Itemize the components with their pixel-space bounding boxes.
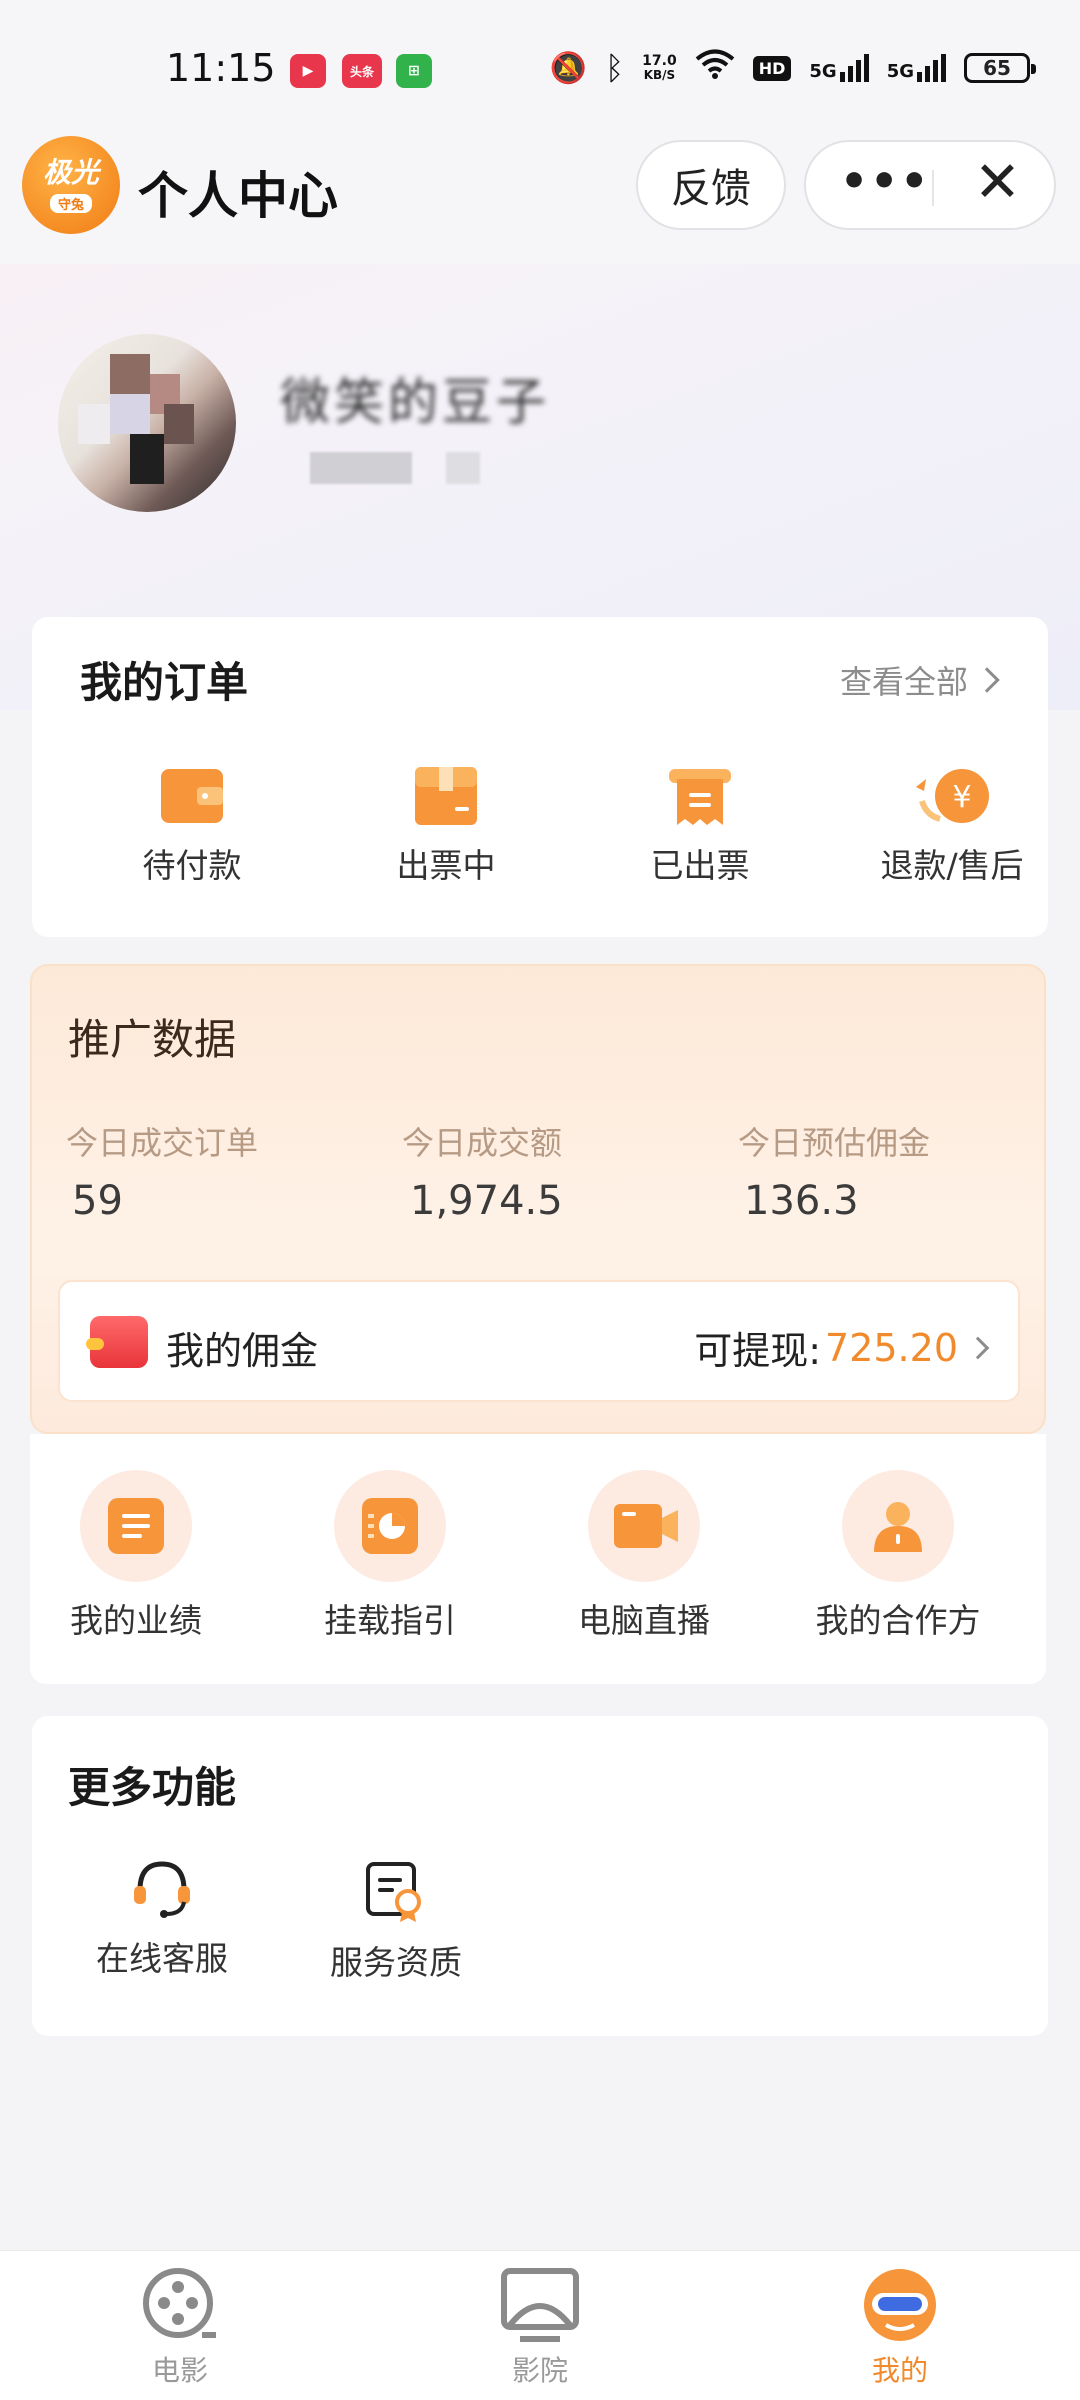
avatar[interactable] [58,334,236,512]
close-button[interactable]: ✕ [974,150,1021,215]
headset-icon [130,1856,194,1920]
store-app-icon: ⊞ [396,54,432,88]
order-issuing[interactable]: 出票中 [336,765,556,887]
view-all-orders-link[interactable]: 查看全部 [839,657,1000,703]
withdraw-label: 可提现: [694,1329,822,1373]
mini-program-capsule: ••• ✕ [804,140,1056,230]
certificate-icon [364,1860,428,1924]
tab-mine[interactable]: 我的 [800,2267,1000,2389]
cinema-screen-icon [500,2267,580,2343]
more-features-card: 更多功能 在线客服 服务资质 [32,1716,1048,2036]
more-features-title: 更多功能 [68,1763,237,1812]
online-support[interactable]: 在线客服 [72,1856,252,1980]
stat-label-amount: 今日成交额 [402,1124,563,1162]
film-reel-icon [140,2267,220,2343]
guide-icon [362,1498,418,1554]
order-item-label: 出票中 [396,846,496,885]
withdrawable-amount: 可提现: 725.20 [694,1320,990,1375]
mute-bell-icon: 🔕 [549,50,587,86]
chevron-right-icon [966,1336,990,1359]
commission-label: 我的佣金 [166,1329,319,1373]
order-item-label: 退款/售后 [880,846,1024,885]
tool-pc-live[interactable]: 电脑直播 [534,1470,754,1642]
page-title: 个人中心 [138,167,338,225]
order-item-label: 待付款 [142,846,242,885]
more-item-label: 在线客服 [96,1939,228,1978]
tab-label: 电影 [151,2354,208,2387]
tools-card: 我的业绩 挂载指引 电脑直播 我的合作方 [30,1434,1046,1684]
tool-my-partners[interactable]: 我的合作方 [788,1470,1008,1642]
ticket-box-icon [413,765,479,827]
signal-5g-1: 5G [809,54,869,82]
order-issued[interactable]: 已出票 [590,765,810,887]
refund-icon: ¥ [912,765,992,827]
withdraw-amount: 725.20 [825,1325,958,1370]
tab-cinemas[interactable]: 影院 [440,2267,640,2389]
mine-mascot-icon [860,2267,940,2343]
tool-my-performance[interactable]: 我的业绩 [26,1470,246,1642]
status-bar: 11:15 ▶ 头条 ⊞ 🔕 ᛒ 17.0 KB/S HD 5G 5G 65 [0,0,1080,140]
red-wallet-icon [86,1316,148,1368]
tool-label: 电脑直播 [578,1601,710,1640]
my-orders-card: 我的订单 查看全部 待付款 出票中 已出票 ¥ 退款/售后 [32,617,1048,937]
stat-value-amount: 1,974.5 [410,1178,563,1224]
toutiao-app-icon: 头条 [342,54,382,88]
tab-label: 影院 [511,2354,568,2387]
partner-icon [870,1498,926,1554]
stat-label-orders: 今日成交订单 [66,1124,259,1162]
promotion-data-card: 推广数据 今日成交订单 59 今日成交额 1,974.5 今日预估佣金 136.… [30,964,1046,1434]
tool-label: 挂载指引 [324,1601,456,1640]
service-qualification[interactable]: 服务资质 [306,1860,486,1984]
signal-5g-2: 5G [887,54,946,82]
promotion-title: 推广数据 [68,1015,237,1064]
hd-voice-badge: HD [752,55,792,81]
order-item-label: 已出票 [650,846,750,885]
bottom-tab-bar: 电影 影院 我的 [0,2250,1080,2400]
more-item-label: 服务资质 [330,1943,462,1982]
stat-value-commission: 136.3 [744,1178,859,1224]
wifi-icon [695,48,735,88]
bluetooth-icon: ᛒ [604,49,625,87]
tool-label: 我的业绩 [70,1601,202,1640]
more-options-button[interactable]: ••• [840,156,930,207]
user-nickname: 微笑的豆子 [280,373,550,431]
my-commission-row[interactable]: 我的佣金 可提现: 725.20 [58,1280,1020,1402]
tool-mount-guide[interactable]: 挂载指引 [280,1470,500,1642]
wallet-icon [159,765,225,827]
user-subinfo-blurred [310,452,480,484]
video-app-icon: ▶ [290,54,326,88]
tool-label: 我的合作方 [815,1601,981,1640]
capsule-divider [932,170,934,206]
live-camera-icon [614,1504,678,1548]
receipt-icon [667,765,733,827]
tab-movies[interactable]: 电影 [80,2267,280,2389]
app-logo: 极光 守兔 [22,136,120,234]
tab-label: 我的 [871,2354,928,2387]
feedback-button[interactable]: 反馈 [636,140,786,230]
order-refund-aftersale[interactable]: ¥ 退款/售后 [842,765,1062,887]
status-time: 11:15 [166,46,276,90]
battery-indicator: 65 [964,53,1036,83]
view-all-label: 查看全部 [839,663,968,701]
orders-title: 我的订单 [80,658,249,707]
stat-label-commission: 今日预估佣金 [738,1124,931,1162]
performance-icon [108,1498,164,1554]
stat-value-orders: 59 [72,1178,123,1224]
network-speed: 17.0 KB/S [642,53,677,82]
order-pending-payment[interactable]: 待付款 [82,765,302,887]
status-indicators: 🔕 ᛒ 17.0 KB/S HD 5G 5G 65 [549,48,1036,88]
chevron-right-icon [974,667,1000,693]
svg-text:¥: ¥ [952,780,971,815]
